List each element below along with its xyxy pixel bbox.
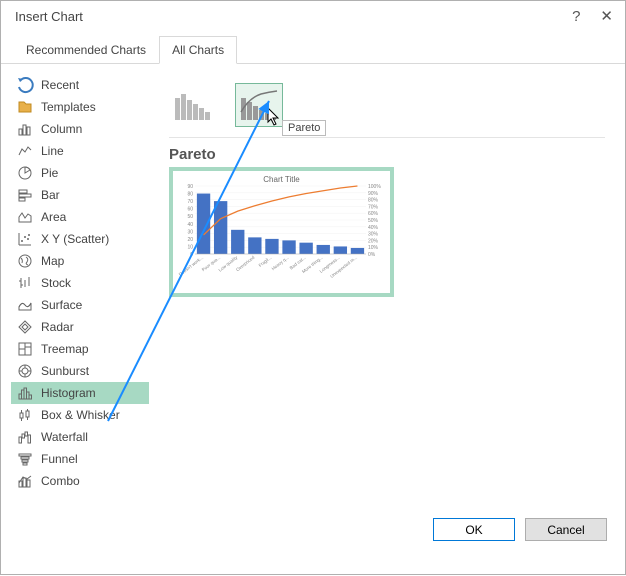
sidebar-item-box-whisker[interactable]: Box & Whisker xyxy=(11,404,149,426)
sidebar-item-treemap[interactable]: Treemap xyxy=(11,338,149,360)
svg-text:50: 50 xyxy=(187,214,193,220)
sidebar-item-label: Waterfall xyxy=(41,430,88,444)
stock-icon xyxy=(17,275,33,291)
svg-text:Doesn't work...: Doesn't work... xyxy=(178,255,204,277)
sidebar-item-funnel[interactable]: Funnel xyxy=(11,448,149,470)
chart-preview[interactable]: Chart Title 0 1020 3040 5060 7080 90 0%10%20%3… xyxy=(169,167,394,297)
subtype-pareto[interactable]: Pareto xyxy=(235,83,283,127)
svg-text:0: 0 xyxy=(190,252,193,258)
treemap-icon xyxy=(17,341,33,357)
sidebar-item-column[interactable]: Column xyxy=(11,118,149,140)
sidebar-item-label: Sunburst xyxy=(41,364,89,378)
sidebar-item-pie[interactable]: Pie xyxy=(11,162,149,184)
sidebar-item-bar[interactable]: Bar xyxy=(11,184,149,206)
sidebar-item-waterfall[interactable]: Waterfall xyxy=(11,426,149,448)
pareto-thumb-icon xyxy=(239,88,279,122)
svg-text:20: 20 xyxy=(187,237,193,243)
dialog-title: Insert Chart xyxy=(15,9,83,24)
svg-text:60: 60 xyxy=(187,207,193,213)
radar-icon xyxy=(17,319,33,335)
sidebar-item-label: Stock xyxy=(41,276,71,290)
sidebar-item-radar[interactable]: Radar xyxy=(11,316,149,338)
bar-icon xyxy=(17,187,33,203)
sidebar-item-label: Area xyxy=(41,210,66,224)
waterfall-icon xyxy=(17,429,33,445)
chart-preview-title: Chart Title xyxy=(177,175,386,184)
svg-text:70%: 70% xyxy=(368,204,379,210)
sidebar-item-map[interactable]: Map xyxy=(11,250,149,272)
combo-icon xyxy=(17,473,33,489)
sidebar-item-label: Recent xyxy=(41,78,79,92)
sidebar-item-histogram[interactable]: Histogram xyxy=(11,382,149,404)
cancel-button[interactable]: Cancel xyxy=(525,518,607,541)
close-icon[interactable]: ✕ xyxy=(600,9,613,24)
sidebar-item-label: Treemap xyxy=(41,342,89,356)
sidebar-item-label: Column xyxy=(41,122,82,136)
sidebar-item-line[interactable]: Line xyxy=(11,140,149,162)
tab-recommended-charts[interactable]: Recommended Charts xyxy=(13,36,159,63)
sidebar-item-surface[interactable]: Surface xyxy=(11,294,149,316)
svg-text:0%: 0% xyxy=(368,252,376,258)
sidebar-item-label: Box & Whisker xyxy=(41,408,120,422)
svg-text:40%: 40% xyxy=(368,225,379,231)
svg-text:30: 30 xyxy=(187,229,193,235)
svg-text:80%: 80% xyxy=(368,198,379,204)
help-icon[interactable]: ? xyxy=(572,9,580,24)
sidebar-item-scatter[interactable]: X Y (Scatter) xyxy=(11,228,149,250)
svg-text:100%: 100% xyxy=(368,184,381,190)
recent-icon xyxy=(17,77,33,93)
svg-text:50%: 50% xyxy=(368,218,379,224)
scatter-icon xyxy=(17,231,33,247)
svg-text:10%: 10% xyxy=(368,245,379,251)
svg-text:20%: 20% xyxy=(368,238,379,244)
sidebar-item-label: Templates xyxy=(41,100,96,114)
sidebar-item-label: Combo xyxy=(41,474,80,488)
tab-all-charts[interactable]: All Charts xyxy=(159,36,237,64)
svg-text:10: 10 xyxy=(187,244,193,250)
templates-icon xyxy=(17,99,33,115)
sidebar-item-label: Bar xyxy=(41,188,60,202)
sidebar-item-label: X Y (Scatter) xyxy=(41,232,109,246)
subtype-tooltip: Pareto xyxy=(282,120,326,136)
funnel-icon xyxy=(17,451,33,467)
sidebar-item-combo[interactable]: Combo xyxy=(11,470,149,492)
area-icon xyxy=(17,209,33,225)
svg-text:90%: 90% xyxy=(368,191,379,197)
pie-icon xyxy=(17,165,33,181)
box-whisker-icon xyxy=(17,407,33,423)
column-icon xyxy=(17,121,33,137)
sidebar-item-templates[interactable]: Templates xyxy=(11,96,149,118)
map-icon xyxy=(17,253,33,269)
sidebar-item-recent[interactable]: Recent xyxy=(11,74,149,96)
sidebar-item-label: Funnel xyxy=(41,452,78,466)
svg-text:60%: 60% xyxy=(368,211,379,217)
sidebar-item-label: Pie xyxy=(41,166,58,180)
svg-text:Heavy q...: Heavy q... xyxy=(271,255,290,271)
surface-icon xyxy=(17,297,33,313)
chart-category-sidebar: Recent Templates Column Line Pie Bar xyxy=(1,64,149,508)
sidebar-item-sunburst[interactable]: Sunburst xyxy=(11,360,149,382)
pareto-chart-icon: 0 1020 3040 5060 7080 90 0%10%20%30%40%50%60%7… xyxy=(177,184,390,280)
svg-text:30%: 30% xyxy=(368,232,379,238)
svg-text:70: 70 xyxy=(187,199,193,205)
histogram-thumb-icon xyxy=(173,88,213,122)
svg-text:Fragil...: Fragil... xyxy=(258,255,273,268)
svg-text:80: 80 xyxy=(187,192,193,198)
sidebar-item-stock[interactable]: Stock xyxy=(11,272,149,294)
sidebar-item-label: Map xyxy=(41,254,64,268)
svg-text:Overpriced: Overpriced xyxy=(235,255,256,273)
svg-text:40: 40 xyxy=(187,222,193,228)
line-icon xyxy=(17,143,33,159)
subtype-histogram[interactable] xyxy=(169,83,217,127)
histogram-icon xyxy=(17,385,33,401)
sidebar-item-label: Radar xyxy=(41,320,74,334)
sidebar-item-label: Line xyxy=(41,144,64,158)
svg-text:90: 90 xyxy=(187,184,193,190)
subtype-name-label: Pareto xyxy=(169,146,605,163)
sidebar-item-label: Histogram xyxy=(41,386,96,400)
sidebar-item-area[interactable]: Area xyxy=(11,206,149,228)
ok-button[interactable]: OK xyxy=(433,518,515,541)
sunburst-icon xyxy=(17,363,33,379)
sidebar-item-label: Surface xyxy=(41,298,82,312)
